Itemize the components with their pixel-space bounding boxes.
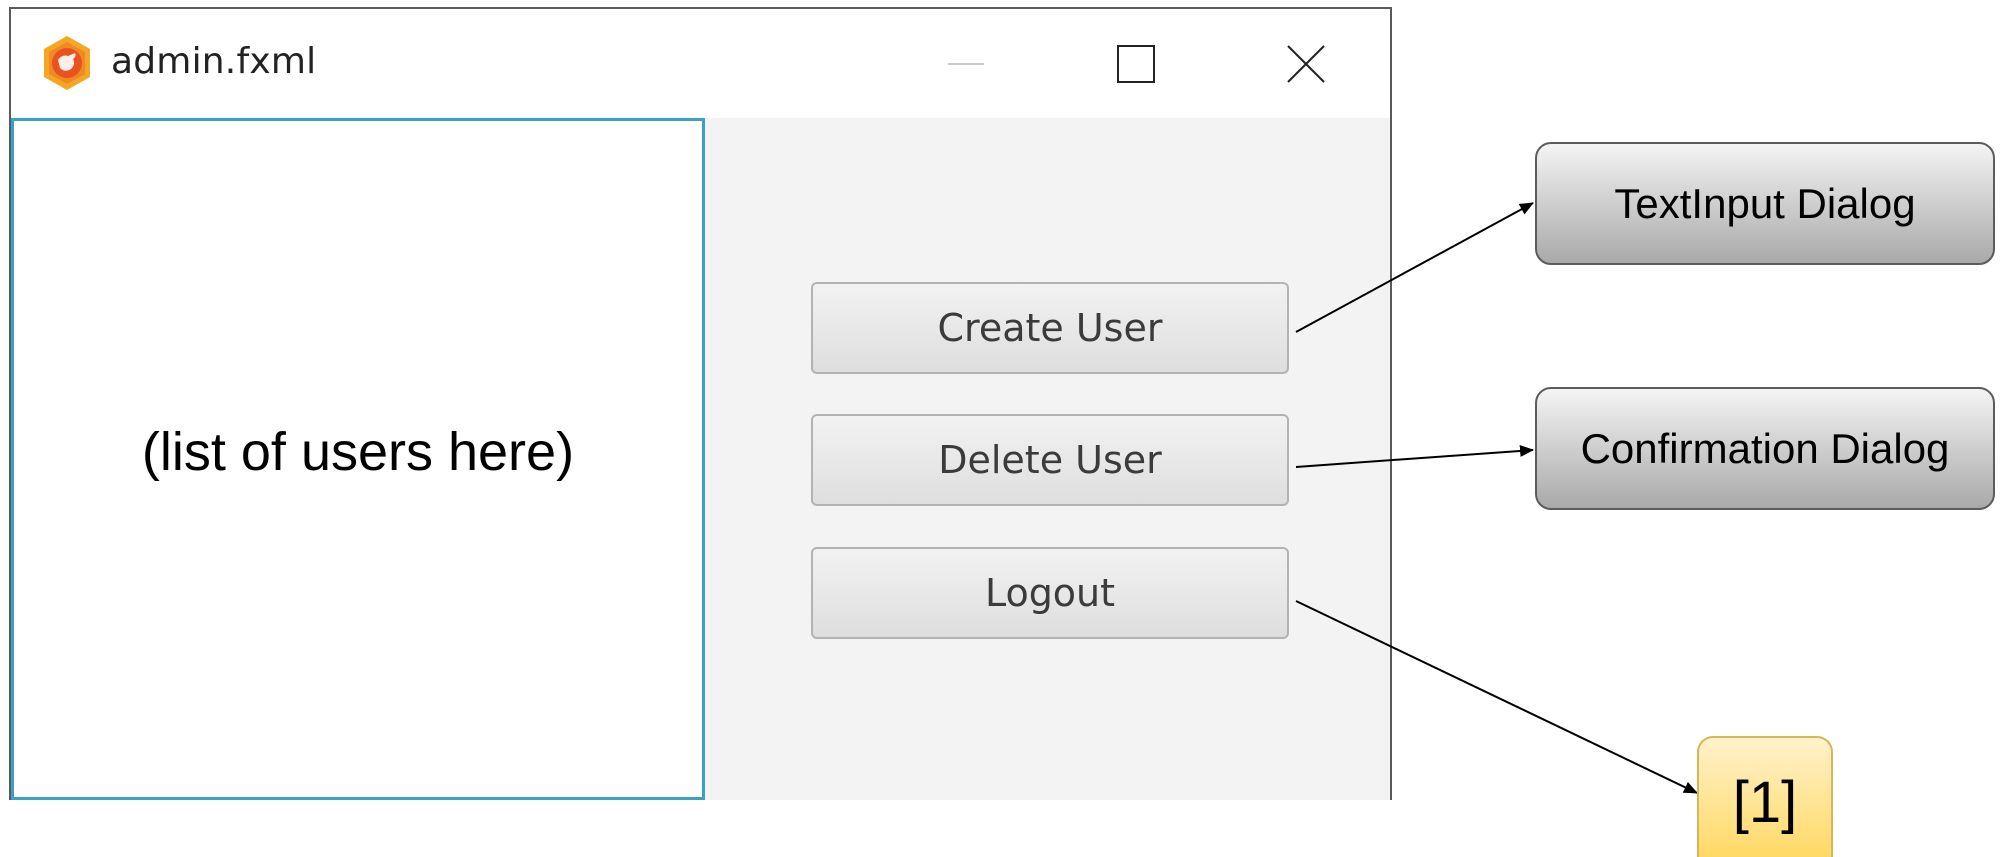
delete-user-button[interactable]: Delete User: [811, 414, 1289, 506]
confirmation-dialog-box: Confirmation Dialog: [1535, 387, 1995, 510]
create-user-button[interactable]: Create User: [811, 282, 1289, 374]
logout-button[interactable]: Logout: [811, 547, 1289, 639]
actions-pane: Create User Delete User Logout: [705, 118, 1390, 800]
user-list-placeholder: (list of users here): [141, 422, 575, 482]
close-icon[interactable]: [1271, 29, 1341, 99]
app-window: admin.fxml (list of users here) Create U…: [9, 7, 1392, 800]
window-title: admin.fxml: [111, 41, 317, 82]
user-list[interactable]: (list of users here): [11, 118, 705, 800]
textinput-dialog-box: TextInput Dialog: [1535, 142, 1995, 265]
minimize-icon[interactable]: [931, 29, 1001, 99]
reference-box: [1]: [1697, 736, 1833, 857]
title-bar: admin.fxml: [11, 9, 1390, 118]
app-logo-icon: [38, 34, 96, 92]
maximize-icon[interactable]: [1101, 29, 1171, 99]
